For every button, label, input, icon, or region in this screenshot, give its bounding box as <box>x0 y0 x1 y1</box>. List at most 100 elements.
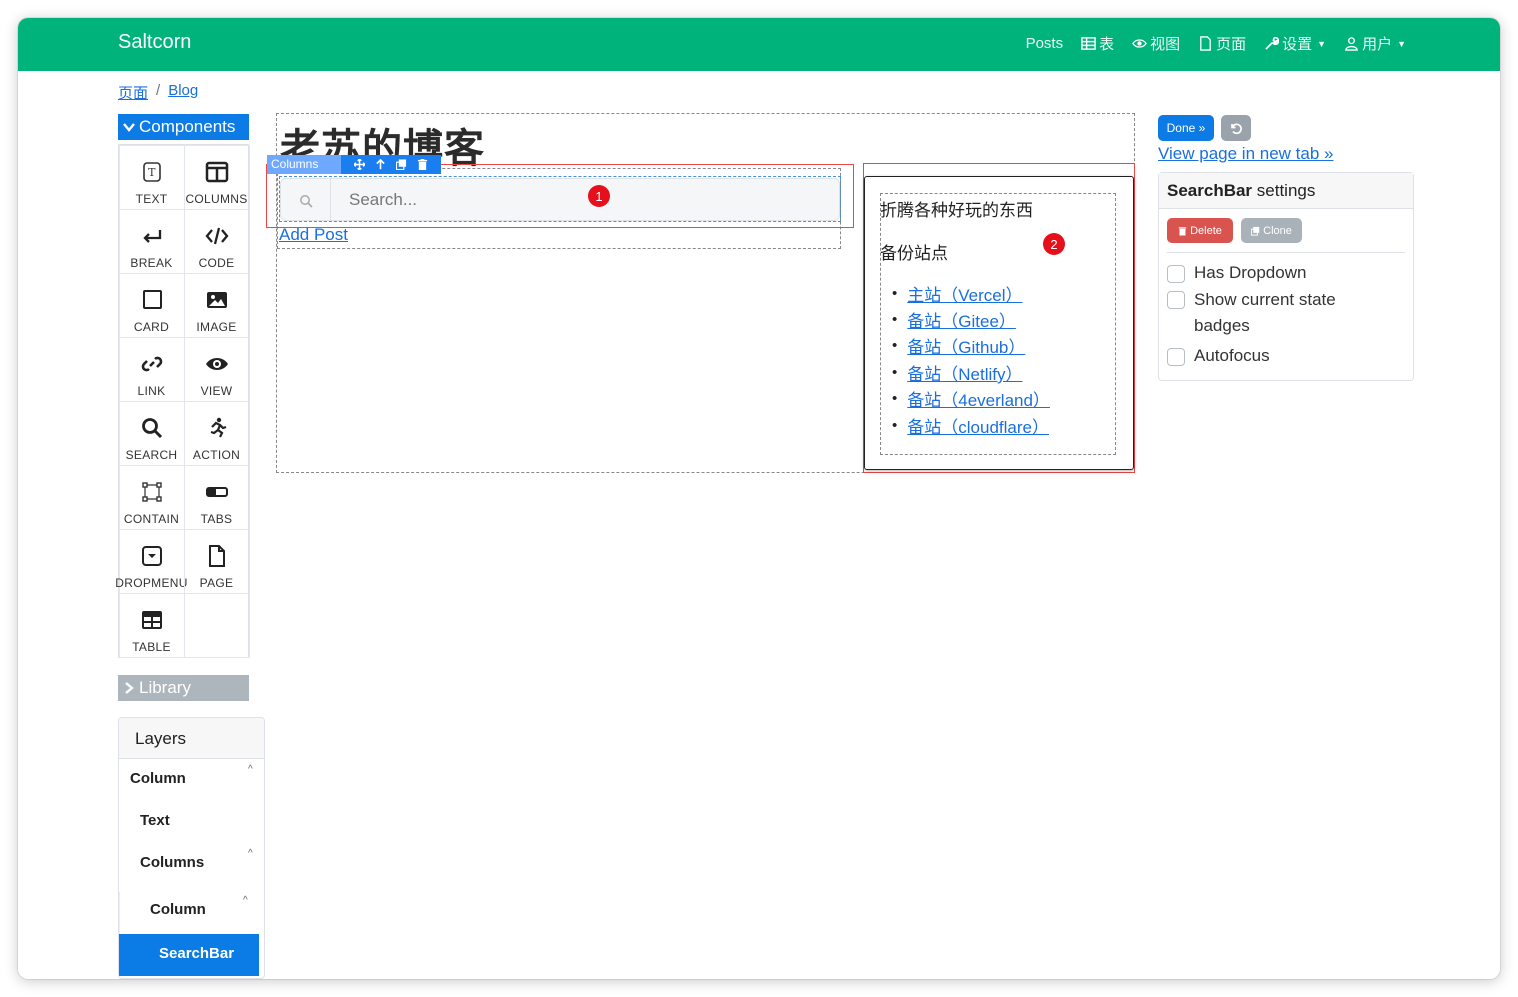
site-link-cloudflare[interactable]: 备站（cloudflare） <box>907 413 1049 438</box>
chevron-up-icon[interactable]: ^ <box>248 848 253 859</box>
palette-empty-cell <box>183 592 250 658</box>
undo-button[interactable] <box>1221 115 1251 141</box>
arrow-up-icon[interactable] <box>375 159 386 170</box>
file-icon <box>1200 36 1211 51</box>
breadcrumb-blog-link[interactable]: Blog <box>168 82 198 103</box>
user-icon <box>1345 37 1358 51</box>
nav-pages[interactable]: 页面 <box>1198 33 1246 54</box>
nav-tables[interactable]: 表 <box>1081 33 1114 54</box>
palette-link-label: LINK <box>137 383 166 398</box>
layer-searchbar-selected[interactable]: SearchBar <box>119 934 259 976</box>
text-icon: T <box>142 161 161 182</box>
add-post-link[interactable]: Add Post <box>279 225 348 245</box>
search-input[interactable] <box>333 179 838 220</box>
breadcrumb-separator: / <box>156 82 161 99</box>
running-icon <box>210 417 226 437</box>
palette-link[interactable]: LINK <box>118 336 185 402</box>
layer-columns[interactable]: Columns <box>140 854 204 871</box>
nav-pages-label: 页面 <box>1216 36 1247 53</box>
library-toggle[interactable]: Library <box>118 675 249 701</box>
card-description[interactable]: 折腾各种好玩的东西 <box>880 196 1033 221</box>
delete-label: Delete <box>1190 224 1222 237</box>
search-icon <box>299 194 313 208</box>
library-label: Library <box>139 678 191 697</box>
card-subheading[interactable]: 备份站点 <box>880 239 948 264</box>
nav-settings[interactable]: 设置 ▼ <box>1264 33 1326 54</box>
breadcrumb-pages-link[interactable]: 页面 <box>118 82 148 103</box>
list-item: 备站（cloudflare） <box>892 412 1050 438</box>
site-link-netlify[interactable]: 备站（Netlify） <box>907 360 1022 385</box>
palette-text-label: TEXT <box>135 191 168 206</box>
breadcrumb: 页面 / Blog <box>118 82 198 103</box>
palette-action[interactable]: ACTION <box>183 400 250 466</box>
settings-suffix: settings <box>1252 181 1316 200</box>
copy-icon[interactable] <box>396 159 407 170</box>
palette-columns-label: COLUMNS <box>185 191 248 206</box>
move-icon[interactable] <box>354 159 365 170</box>
palette-page[interactable]: PAGE <box>183 528 250 594</box>
columns-selection-tag: Columns <box>267 155 342 174</box>
layer-column[interactable]: Column <box>130 770 186 787</box>
palette-code[interactable]: CODE <box>183 208 250 274</box>
palette-tabs[interactable]: TABS <box>183 464 250 530</box>
search-bar[interactable] <box>280 178 840 221</box>
trash-icon <box>1178 226 1187 235</box>
palette-break[interactable]: BREAK <box>118 208 185 274</box>
search-icon <box>141 417 162 438</box>
chevron-up-icon[interactable]: ^ <box>243 895 248 906</box>
components-label: Components <box>139 117 236 136</box>
browser-window: Saltcorn Posts 表 视图 页面 设置 ▼ 用户 ▼ 页面 / Bl… <box>18 18 1500 979</box>
has-dropdown-label: Has Dropdown <box>1194 263 1307 282</box>
nav-posts[interactable]: Posts <box>1026 33 1064 54</box>
caret-down-icon: ▼ <box>1317 38 1327 49</box>
show-state-badges-checkbox[interactable] <box>1167 291 1185 309</box>
palette-contain[interactable]: CONTAIN <box>118 464 185 530</box>
components-palette: T TEXT COLUMNS BREAK CODE CARD IMAGE LIN… <box>115 144 250 658</box>
code-icon <box>205 227 228 244</box>
table-icon <box>1081 37 1096 50</box>
palette-view[interactable]: VIEW <box>183 336 250 402</box>
done-button[interactable]: Done » <box>1158 115 1214 141</box>
chevron-up-icon[interactable]: ^ <box>248 764 253 775</box>
image-icon <box>206 291 227 308</box>
settings-component-name: SearchBar <box>1167 181 1253 200</box>
has-dropdown-option[interactable]: Has Dropdown <box>1167 263 1306 283</box>
card-icon <box>142 289 162 309</box>
nav-user[interactable]: 用户 ▼ <box>1344 33 1406 54</box>
palette-image[interactable]: IMAGE <box>183 272 250 338</box>
nav-tables-label: 表 <box>1099 36 1115 53</box>
list-item: 备站（4everland） <box>892 386 1050 412</box>
palette-card[interactable]: CARD <box>118 272 185 338</box>
palette-dropmenu[interactable]: DROPMENU <box>115 528 187 594</box>
search-addon <box>281 179 331 220</box>
trash-icon[interactable] <box>417 159 428 170</box>
site-link-4everland[interactable]: 备站（4everland） <box>907 386 1050 411</box>
palette-search[interactable]: SEARCH <box>118 400 185 466</box>
palette-contain-label: CONTAIN <box>123 511 180 526</box>
layer-text[interactable]: Text <box>140 812 170 829</box>
palette-table[interactable]: TABLE <box>118 592 185 658</box>
site-link-vercel[interactable]: 主站（Vercel） <box>907 281 1022 306</box>
autofocus-option[interactable]: Autofocus <box>1167 346 1270 366</box>
components-toggle[interactable]: Components <box>118 114 249 140</box>
nav-menu: Posts 表 视图 页面 设置 ▼ 用户 ▼ <box>1026 33 1406 54</box>
palette-page-label: PAGE <box>199 575 234 590</box>
chevron-right-icon <box>125 682 134 694</box>
palette-text[interactable]: T TEXT <box>118 144 185 210</box>
has-dropdown-checkbox[interactable] <box>1167 265 1185 283</box>
view-page-new-tab-link[interactable]: View page in new tab » <box>1158 144 1333 164</box>
list-item: 备站（Github） <box>892 333 1050 359</box>
palette-columns[interactable]: COLUMNS <box>183 144 250 210</box>
autofocus-checkbox[interactable] <box>1167 348 1185 366</box>
brand-logo[interactable]: Saltcorn <box>118 31 191 54</box>
container-icon <box>141 481 162 502</box>
annotation-badge-2: 2 <box>1043 233 1065 255</box>
site-link-github[interactable]: 备站（Github） <box>907 333 1025 358</box>
show-state-badges-option[interactable]: Show current state badges <box>1167 287 1367 339</box>
clone-button[interactable]: Clone <box>1241 218 1302 243</box>
layer-column-nested[interactable]: Column <box>150 901 206 918</box>
autofocus-label: Autofocus <box>1194 346 1270 365</box>
nav-views[interactable]: 视图 <box>1132 33 1180 54</box>
delete-button[interactable]: Delete <box>1167 218 1233 243</box>
site-link-gitee[interactable]: 备站（Gitee） <box>907 307 1016 332</box>
